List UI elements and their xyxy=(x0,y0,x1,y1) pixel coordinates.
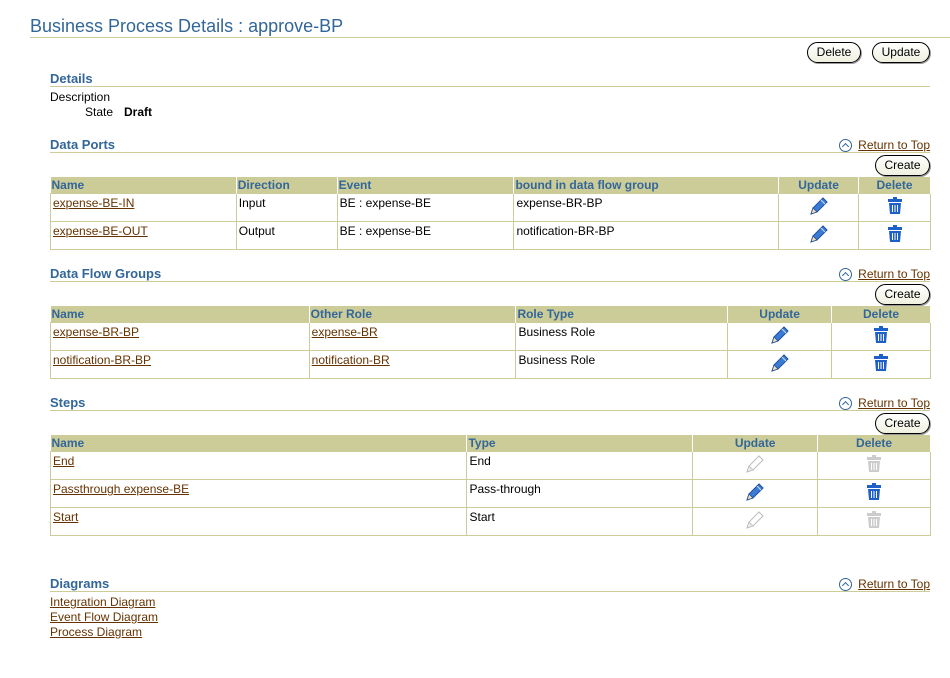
steps-heading: Steps xyxy=(50,395,86,410)
step-name-link[interactable]: Start xyxy=(53,510,78,524)
data-ports-create-button[interactable]: Create xyxy=(875,155,930,176)
return-to-top-data-ports[interactable]: Return to Top xyxy=(839,138,930,153)
up-arrow-icon xyxy=(839,397,853,411)
steps-divider xyxy=(50,410,930,411)
return-to-top-link[interactable]: Return to Top xyxy=(858,138,930,152)
step-type-cell: End xyxy=(466,451,694,480)
direction-cell: Output xyxy=(235,221,338,250)
data-ports-table: Name Direction Event bound in data flow … xyxy=(50,177,931,250)
state-label: State xyxy=(85,105,114,119)
data-port-name-link[interactable]: expense-BE-IN xyxy=(53,196,134,210)
table-row: expense-BE-OUT Output BE : expense-BE no… xyxy=(50,221,931,250)
trash-icon[interactable] xyxy=(873,353,889,376)
column-header-delete: Delete xyxy=(817,435,931,452)
return-to-top-link[interactable]: Return to Top xyxy=(858,577,930,591)
column-header-role-type: Role Type xyxy=(515,306,729,323)
return-to-top-diagrams[interactable]: Return to Top xyxy=(839,577,930,592)
pencil-icon[interactable] xyxy=(808,223,830,249)
data-ports-divider xyxy=(50,152,930,153)
group-cell: expense-BR-BP xyxy=(513,193,780,222)
column-header-bound-group: bound in data flow group xyxy=(513,177,780,194)
pencil-icon[interactable] xyxy=(808,195,830,221)
update-button[interactable]: Update xyxy=(872,42,930,63)
table-row: End End xyxy=(49,451,931,480)
table-row: expense-BE-IN Input BE : expense-BE expe… xyxy=(50,193,931,222)
process-diagram-link[interactable]: Process Diagram xyxy=(50,625,142,639)
other-role-link[interactable]: expense-BR xyxy=(312,325,378,339)
data-port-name-link[interactable]: expense-BE-OUT xyxy=(53,224,148,238)
other-role-link[interactable]: notification-BR xyxy=(312,353,390,367)
column-header-delete: Delete xyxy=(858,177,931,194)
up-arrow-icon xyxy=(839,139,853,153)
column-header-update: Update xyxy=(727,306,833,323)
column-header-update: Update xyxy=(692,435,819,452)
event-cell: BE : expense-BE xyxy=(336,221,515,250)
column-header-name: Name xyxy=(50,306,310,323)
trash-icon[interactable] xyxy=(866,482,882,505)
steps-create-button[interactable]: Create xyxy=(875,413,930,434)
page-title: Business Process Details : approve-BP xyxy=(30,16,344,36)
data-ports-heading: Data Ports xyxy=(50,137,116,152)
step-name-link[interactable]: End xyxy=(53,454,74,468)
title-divider xyxy=(30,37,950,38)
data-flow-groups-heading: Data Flow Groups xyxy=(50,266,162,281)
delete-button[interactable]: Delete xyxy=(807,42,861,63)
table-row: Start Start xyxy=(49,507,931,536)
steps-table: Name Type Update Delete End End Passthro… xyxy=(49,435,931,536)
trash-icon[interactable] xyxy=(887,196,903,219)
event-cell: BE : expense-BE xyxy=(336,193,515,222)
pencil-icon xyxy=(744,453,766,479)
integration-diagram-link[interactable]: Integration Diagram xyxy=(50,595,155,609)
column-header-name: Name xyxy=(50,177,237,194)
state-value: Draft xyxy=(124,105,153,119)
column-header-other-role: Other Role xyxy=(309,306,517,323)
column-header-name: Name xyxy=(50,435,468,452)
column-header-direction: Direction xyxy=(236,177,338,194)
return-to-top-link[interactable]: Return to Top xyxy=(858,396,930,410)
column-header-update: Update xyxy=(778,177,860,194)
details-heading: Details xyxy=(50,71,93,86)
column-header-type: Type xyxy=(466,435,694,452)
trash-icon xyxy=(866,510,882,533)
trash-icon xyxy=(866,454,882,477)
data-flow-group-name-link[interactable]: notification-BR-BP xyxy=(53,353,151,367)
data-flow-groups-divider xyxy=(50,281,930,282)
description-label: Description xyxy=(50,90,111,104)
return-to-top-steps[interactable]: Return to Top xyxy=(839,396,930,411)
column-header-delete: Delete xyxy=(831,306,931,323)
direction-cell: Input xyxy=(235,193,338,222)
data-flow-group-name-link[interactable]: expense-BR-BP xyxy=(53,325,139,339)
table-row: expense-BR-BP expense-BR Business Role xyxy=(50,322,931,351)
step-type-cell: Start xyxy=(466,507,694,536)
trash-icon[interactable] xyxy=(887,224,903,247)
step-type-cell: Pass-through xyxy=(466,479,694,508)
role-type-cell: Business Role xyxy=(515,322,729,351)
up-arrow-icon xyxy=(839,578,853,592)
table-row: notification-BR-BP notification-BR Busin… xyxy=(50,350,931,379)
table-row: Passthrough expense-BE Pass-through xyxy=(49,479,931,508)
diagrams-divider xyxy=(50,591,930,592)
data-flow-groups-table: Name Other Role Role Type Update Delete … xyxy=(50,306,931,379)
return-to-top-data-flow-groups[interactable]: Return to Top xyxy=(839,267,930,282)
diagrams-heading: Diagrams xyxy=(50,576,110,591)
column-header-event: Event xyxy=(337,177,515,194)
step-name-link[interactable]: Passthrough expense-BE xyxy=(53,482,189,496)
pencil-icon xyxy=(744,509,766,535)
details-divider xyxy=(50,86,930,87)
pencil-icon[interactable] xyxy=(744,481,766,507)
up-arrow-icon xyxy=(839,268,853,282)
role-type-cell: Business Role xyxy=(515,350,729,379)
return-to-top-link[interactable]: Return to Top xyxy=(858,267,930,281)
pencil-icon[interactable] xyxy=(769,324,791,350)
pencil-icon[interactable] xyxy=(769,352,791,378)
event-flow-diagram-link[interactable]: Event Flow Diagram xyxy=(50,610,158,624)
trash-icon[interactable] xyxy=(873,325,889,348)
group-cell: notification-BR-BP xyxy=(513,221,780,250)
data-flow-groups-create-button[interactable]: Create xyxy=(875,284,930,305)
